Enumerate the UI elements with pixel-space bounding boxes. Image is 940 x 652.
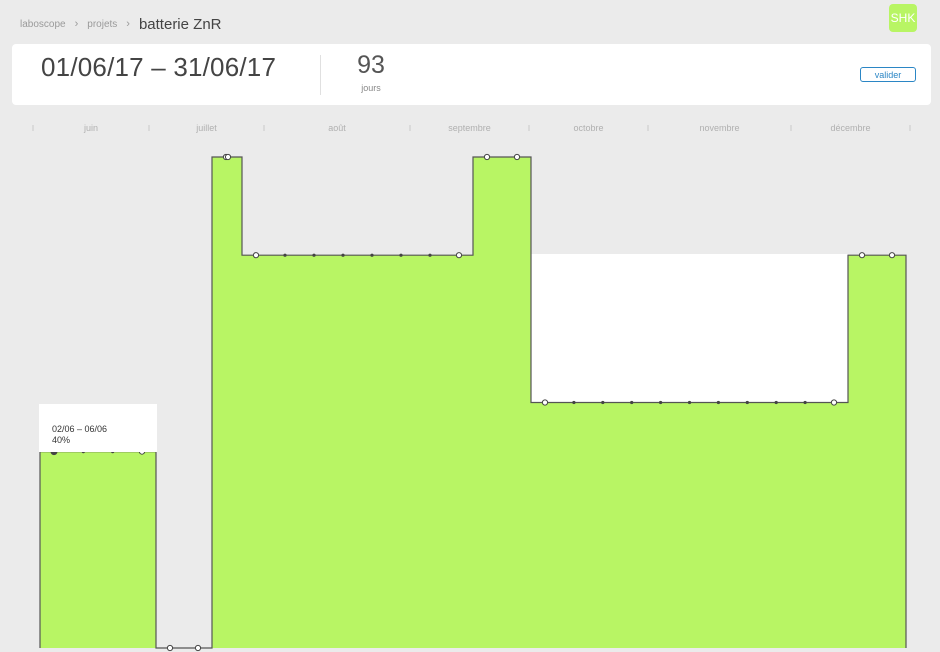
data-point[interactable] xyxy=(312,253,316,257)
tooltip-value: 40% xyxy=(52,435,70,445)
data-point[interactable] xyxy=(513,153,521,161)
data-point[interactable] xyxy=(803,400,807,405)
highlight-band xyxy=(531,254,848,404)
data-point[interactable] xyxy=(483,153,491,161)
data-point[interactable] xyxy=(283,253,287,257)
data-point[interactable] xyxy=(370,253,374,257)
month-label[interactable]: août xyxy=(328,123,346,133)
data-point[interactable] xyxy=(888,252,896,259)
data-point[interactable] xyxy=(399,253,403,257)
tooltip-dates: 02/06 – 06/06 xyxy=(52,424,107,434)
data-point[interactable] xyxy=(659,400,663,405)
month-label[interactable]: juillet xyxy=(195,123,217,133)
data-point[interactable] xyxy=(630,400,634,405)
data-point[interactable] xyxy=(428,253,432,257)
data-point[interactable] xyxy=(687,400,692,405)
data-point[interactable] xyxy=(745,400,749,405)
data-point[interactable] xyxy=(341,253,345,257)
month-label[interactable]: juin xyxy=(83,123,98,133)
month-label[interactable]: novembre xyxy=(699,123,739,133)
data-point[interactable] xyxy=(774,400,778,405)
data-point[interactable] xyxy=(572,400,576,405)
tooltip: 02/06 – 06/06 40% xyxy=(39,404,157,452)
data-point[interactable] xyxy=(601,400,605,405)
data-point[interactable] xyxy=(166,644,174,652)
data-point[interactable] xyxy=(194,644,202,652)
data-point[interactable] xyxy=(252,252,260,259)
data-point[interactable] xyxy=(224,153,232,161)
step-area-chart: juin juillet août septembre octobre novembre d… xyxy=(32,123,911,652)
month-label[interactable]: décembre xyxy=(830,123,870,133)
month-axis: juin juillet août septembre octobre novembre d… xyxy=(32,123,911,133)
data-point[interactable] xyxy=(455,252,463,259)
month-label[interactable]: septembre xyxy=(448,123,491,133)
data-point[interactable] xyxy=(858,252,866,259)
data-point[interactable] xyxy=(830,399,838,406)
data-point[interactable] xyxy=(716,400,721,405)
data-point[interactable] xyxy=(541,399,549,406)
month-label[interactable]: octobre xyxy=(573,123,603,133)
